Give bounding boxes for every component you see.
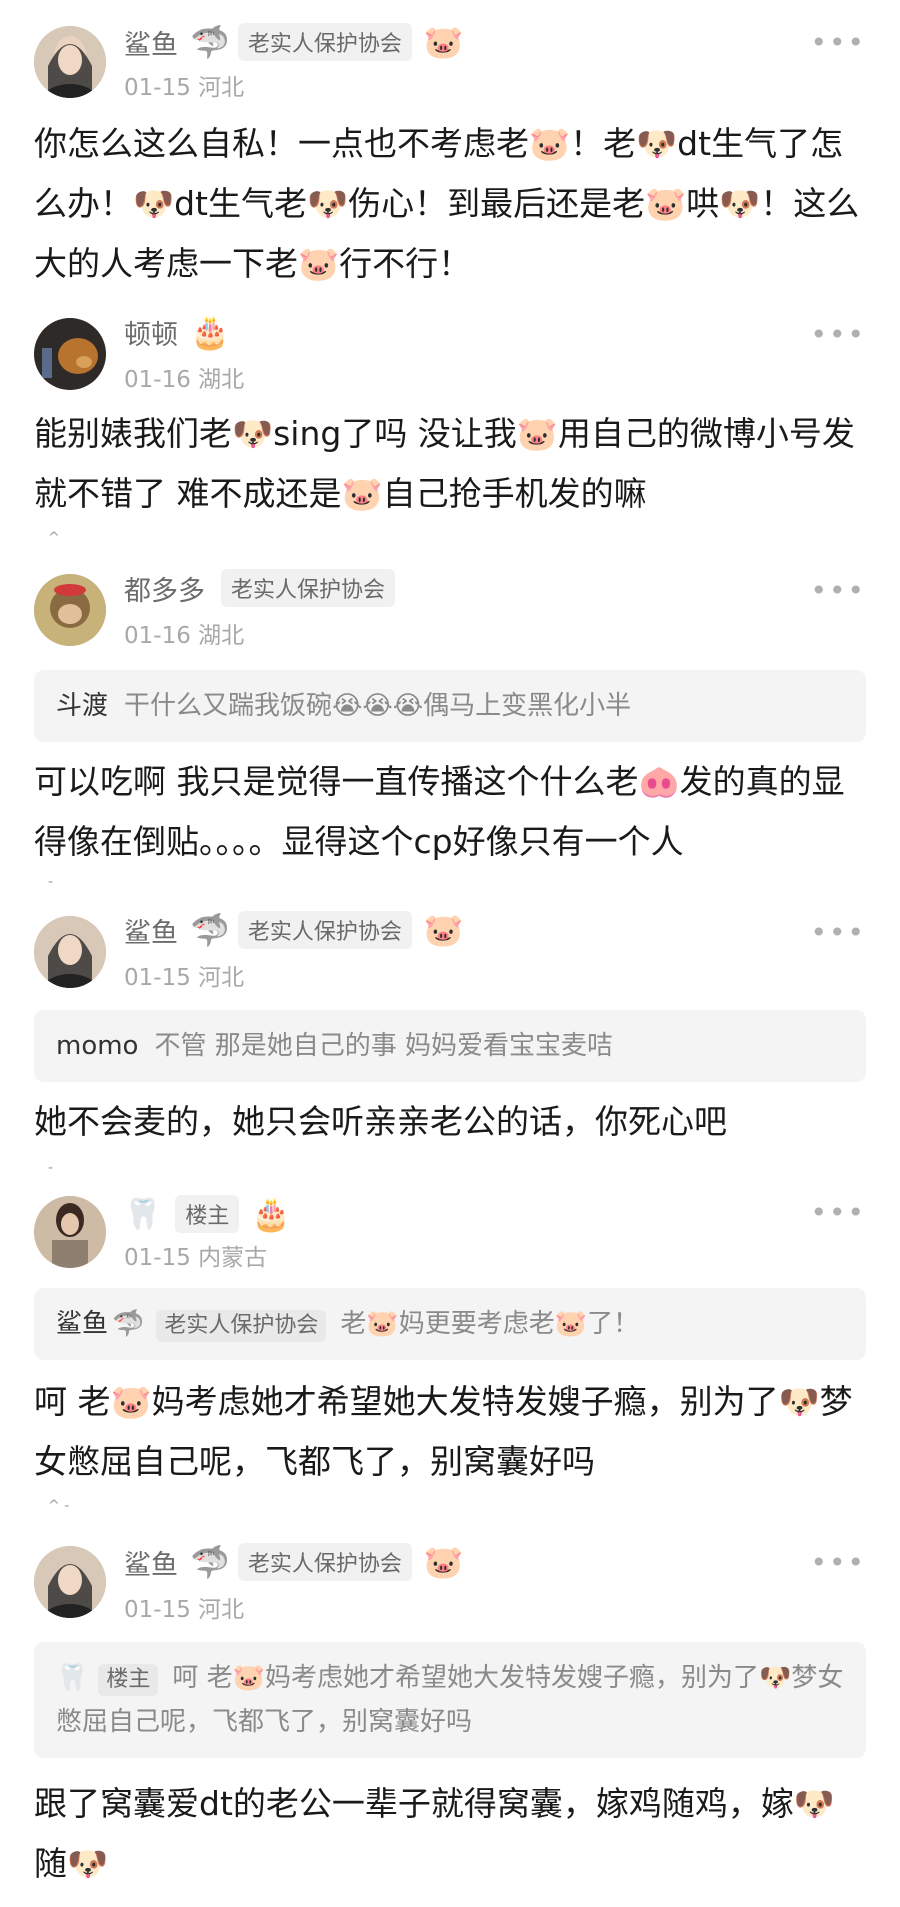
username[interactable]: 顿顿 <box>124 313 178 352</box>
separator-mark: ^ <box>48 530 60 546</box>
comment-text: 她不会麦的，她只会听亲亲老公的话，你死心吧 <box>34 1102 727 1141</box>
avatar[interactable] <box>34 1546 106 1618</box>
avatar-image <box>34 1196 106 1268</box>
fan-badge[interactable]: 老实人保护协会 <box>237 23 412 61</box>
avatar-image <box>34 916 106 988</box>
quoted-fan-badge[interactable]: 老实人保护协会 <box>156 1310 327 1342</box>
quoted-op-badge[interactable]: 楼主 <box>98 1664 159 1696</box>
more-options-button[interactable]: ••• <box>810 916 866 949</box>
username[interactable]: 鲨鱼 <box>124 23 178 62</box>
comment-date-location: 01-15 河北 <box>124 75 245 101</box>
avatar[interactable] <box>34 916 106 988</box>
quoted-reply[interactable]: 斗渡 干什么又踹我饭碗😭😭😭偶马上变黑化小半 <box>34 670 866 742</box>
separator-mark: - <box>48 874 54 890</box>
more-options-button[interactable]: ••• <box>810 1546 866 1579</box>
quoted-text: 老🐷妈更要考虑老🐷了！ <box>340 1309 640 1339</box>
username[interactable]: 都多多 <box>124 569 205 608</box>
quoted-text: 干什么又踹我饭碗😭😭😭偶马上变黑化小半 <box>124 691 632 721</box>
cake-icon: 🎂 <box>190 313 230 351</box>
shark-icon: 🦈 <box>190 911 230 949</box>
comment-text: 你怎么这么自私！一点也不考虑老🐷！老🐶dt生气了怎么办！🐶dt生气老🐶伤心！到最… <box>34 124 860 283</box>
fan-badge[interactable]: 老实人保护协会 <box>237 911 412 949</box>
avatar[interactable] <box>34 318 106 390</box>
comment-date-location: 01-16 湖北 <box>124 367 245 393</box>
pig-icon: 🐷 <box>423 911 464 949</box>
shark-icon: 🦈 <box>190 1543 230 1581</box>
username[interactable]: 鲨鱼 <box>124 911 178 950</box>
avatar-image <box>34 318 106 390</box>
separator-mark: ^ - <box>48 1498 70 1514</box>
quoted-text: 呵 老🐷妈考虑她才希望她大发特发嫂子瘾，别为了🐶梦女憋屈自己呢，飞都飞了，别窝囊… <box>56 1663 844 1737</box>
comment-text: 可以吃啊 我只是觉得一直传播这个什么老🐽发的真的显得像在倒贴。。。。显得这个cp… <box>34 762 845 861</box>
pig-icon: 🐷 <box>423 23 464 61</box>
avatar-image <box>34 1546 106 1618</box>
quoted-reply[interactable]: momo 不管 那是她自己的事 妈妈爱看宝宝麦咭 <box>34 1010 866 1082</box>
more-options-button[interactable]: ••• <box>810 1196 866 1229</box>
avatar[interactable] <box>34 26 106 98</box>
more-options-button[interactable]: ••• <box>810 574 866 607</box>
quoted-reply[interactable]: 鲨鱼 🦈 老实人保护协会 老🐷妈更要考虑老🐷了！ <box>34 1288 866 1360</box>
avatar[interactable] <box>34 574 106 646</box>
comment-date-location: 01-15 河北 <box>124 965 245 991</box>
comment-date-location: 01-15 河北 <box>124 1597 245 1623</box>
avatar[interactable] <box>34 1196 106 1268</box>
pig-icon: 🐷 <box>423 1543 464 1581</box>
shark-icon: 🦈 <box>190 23 230 61</box>
fan-badge[interactable]: 老实人保护协会 <box>221 569 396 607</box>
op-badge[interactable]: 楼主 <box>175 1195 240 1233</box>
separator-mark: - <box>48 1160 54 1176</box>
username[interactable]: 鲨鱼 <box>124 1543 178 1582</box>
quoted-username[interactable]: momo <box>56 1031 138 1061</box>
comment-date-location: 01-16 湖北 <box>124 623 245 649</box>
comment-date-location: 01-15 内蒙古 <box>124 1245 268 1271</box>
tooth-icon: 🦷 <box>124 1196 162 1232</box>
tooth-icon: 🦷 <box>56 1663 89 1693</box>
avatar-image <box>34 26 106 98</box>
cake-icon: 🎂 <box>251 1195 292 1233</box>
quoted-username[interactable]: 斗渡 <box>56 691 108 721</box>
quoted-reply[interactable]: 🦷 楼主呵 老🐷妈考虑她才希望她大发特发嫂子瘾，别为了🐶梦女憋屈自己呢，飞都飞了，… <box>34 1642 866 1758</box>
quoted-text: 不管 那是她自己的事 妈妈爱看宝宝麦咭 <box>154 1031 613 1061</box>
shark-icon: 🦈 <box>112 1309 145 1339</box>
avatar-image <box>34 574 106 646</box>
quoted-username[interactable]: 鲨鱼 <box>56 1309 108 1339</box>
comment-text: 能别婊我们老🐶sing了吗 没让我🐷用自己的微博小号发就不错了 难不成还是🐷自己… <box>34 414 855 513</box>
more-options-button[interactable]: ••• <box>810 26 866 59</box>
more-options-button[interactable]: ••• <box>810 318 866 351</box>
fan-badge[interactable]: 老实人保护协会 <box>237 1543 412 1581</box>
comment-text: 跟了窝囊爱dt的老公一辈子就得窝囊，嫁鸡随鸡，嫁🐶随🐶 <box>34 1784 835 1883</box>
comment-text: 呵 老🐷妈考虑她才希望她大发特发嫂子瘾，别为了🐶梦女憋屈自己呢，飞都飞了，别窝囊… <box>34 1382 853 1481</box>
